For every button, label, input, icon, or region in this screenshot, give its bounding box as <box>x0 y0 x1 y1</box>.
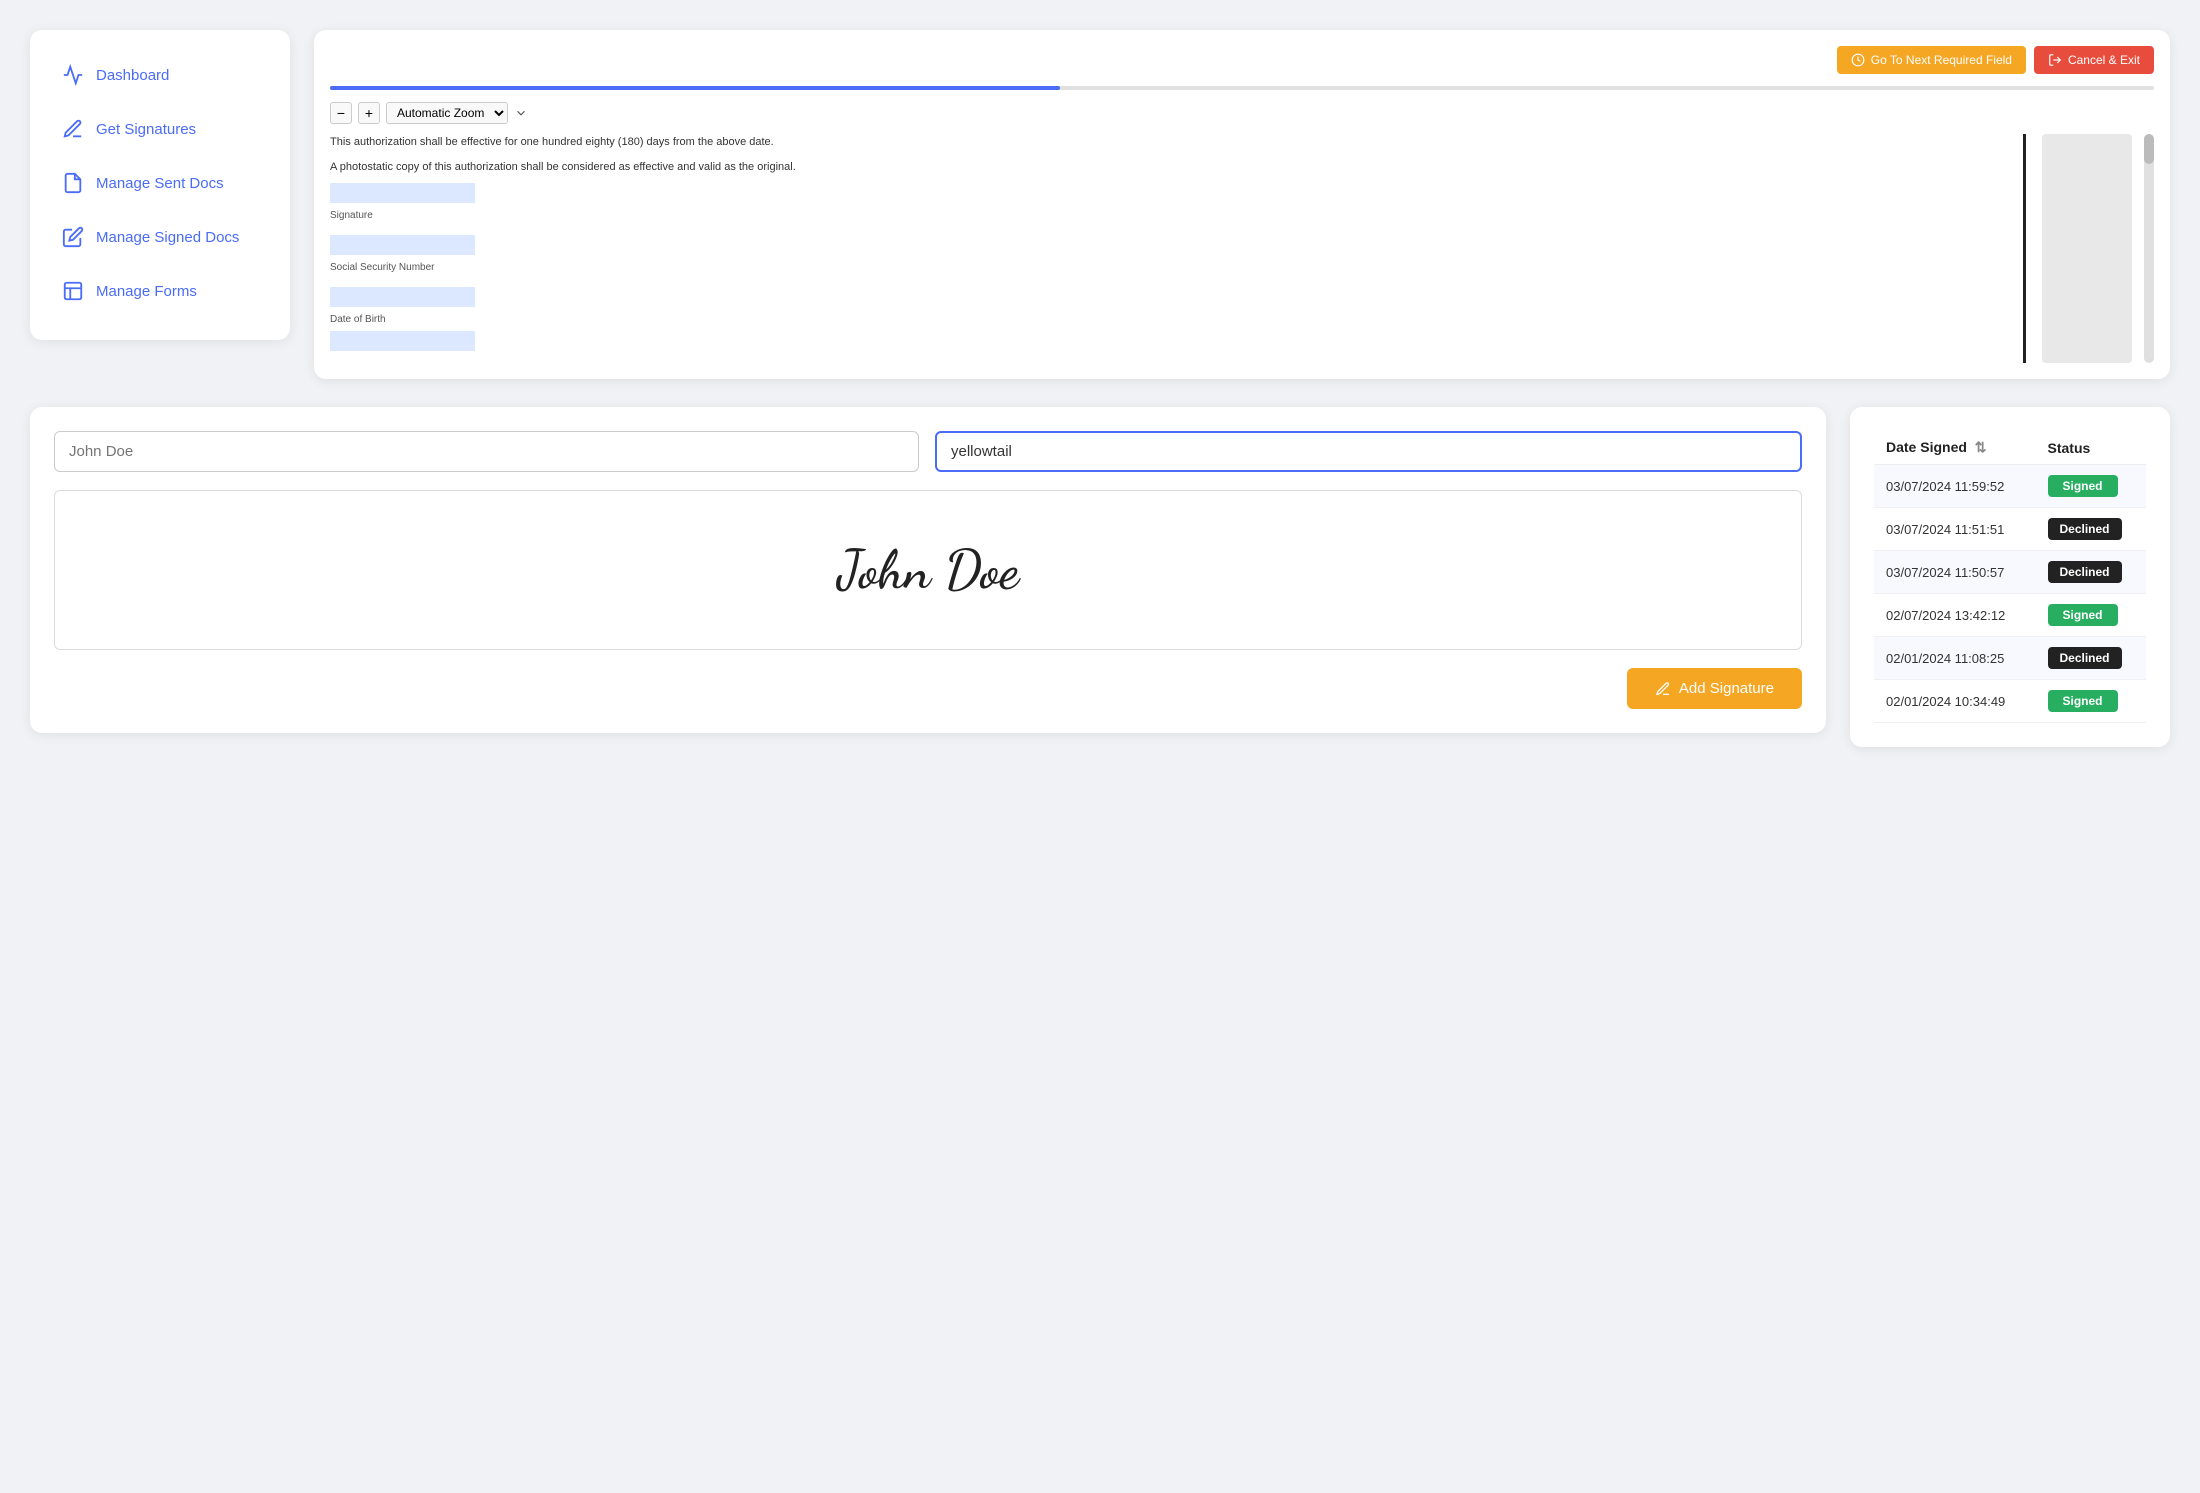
sidebar-item-label: Get Signatures <box>96 121 196 138</box>
doc-content: This authorization shall be effective fo… <box>330 134 2154 363</box>
signature-field-box[interactable] <box>330 183 475 203</box>
cell-status: Signed <box>2036 594 2147 637</box>
cell-status: Declined <box>2036 508 2147 551</box>
doc-scrollbar-thumb[interactable] <box>2144 134 2154 164</box>
status-badge: Signed <box>2048 475 2118 497</box>
cell-date: 02/01/2024 11:08:25 <box>1874 637 2036 680</box>
cell-status: Signed <box>2036 680 2147 723</box>
nav-panel: Dashboard Get Signatures Manage Sent Doc… <box>30 30 290 340</box>
doc-para-2: A photostatic copy of this authorization… <box>330 159 2007 176</box>
status-table: Date Signed ⇅ Status 03/07/2024 11:59:52… <box>1874 431 2146 723</box>
progress-fill <box>330 86 1060 90</box>
doc-scrollbar[interactable] <box>2144 134 2154 363</box>
sig-preview-text: John Doe <box>837 538 1018 603</box>
chevron-down-icon <box>514 106 528 120</box>
doc-viewer-panel: Go To Next Required Field Cancel & Exit … <box>314 30 2170 379</box>
zoom-toolbar: − + Automatic Zoom <box>330 102 2154 124</box>
sidebar-item-label: Manage Signed Docs <box>96 229 239 246</box>
sidebar-item-manage-sent[interactable]: Manage Sent Docs <box>46 158 274 208</box>
next-required-field-button[interactable]: Go To Next Required Field <box>1837 46 2026 74</box>
signature-panel: John Doe Add Signature <box>30 407 1826 733</box>
pdf-icon <box>62 280 84 302</box>
sidebar-item-label: Dashboard <box>96 67 169 84</box>
table-row: 02/01/2024 10:34:49 Signed <box>1874 680 2146 723</box>
progress-bar <box>330 86 2154 90</box>
signature-field-label: Signature <box>330 210 373 221</box>
sig-name-input[interactable] <box>54 431 919 472</box>
sig-canvas[interactable]: John Doe <box>54 490 1802 650</box>
table-row: 02/01/2024 11:08:25 Declined <box>1874 637 2146 680</box>
clock-icon <box>1851 53 1865 67</box>
sig-footer: Add Signature <box>54 668 1802 709</box>
col-date-signed[interactable]: Date Signed ⇅ <box>1874 431 2036 465</box>
sig-font-input[interactable] <box>935 431 1802 472</box>
cell-date: 03/07/2024 11:51:51 <box>1874 508 2036 551</box>
chart-icon <box>62 64 84 86</box>
status-badge: Declined <box>2048 647 2122 669</box>
status-badge: Declined <box>2048 518 2122 540</box>
cell-date: 02/01/2024 10:34:49 <box>1874 680 2036 723</box>
ssn-field-box[interactable] <box>330 235 475 255</box>
doc-vertical-separator <box>2023 134 2026 363</box>
sidebar-item-dashboard[interactable]: Dashboard <box>46 50 274 100</box>
doc-icon <box>62 172 84 194</box>
status-panel: Date Signed ⇅ Status 03/07/2024 11:59:52… <box>1850 407 2170 747</box>
sidebar-item-label: Manage Sent Docs <box>96 175 224 192</box>
dob-field-label: Date of Birth <box>330 314 386 325</box>
doc-text: This authorization shall be effective fo… <box>330 134 2007 363</box>
sidebar-item-label: Manage Forms <box>96 283 197 300</box>
cell-status: Declined <box>2036 551 2147 594</box>
dob-field-group: Date of Birth <box>330 287 2007 351</box>
doc-toolbar: Go To Next Required Field Cancel & Exit <box>330 46 2154 74</box>
zoom-in-button[interactable]: + <box>358 102 380 124</box>
ssn-field-label: Social Security Number <box>330 262 434 273</box>
add-signature-button[interactable]: Add Signature <box>1627 668 1802 709</box>
cell-status: Declined <box>2036 637 2147 680</box>
edit-doc-icon <box>62 226 84 248</box>
zoom-out-button[interactable]: − <box>330 102 352 124</box>
sidebar-item-manage-signed[interactable]: Manage Signed Docs <box>46 212 274 262</box>
pen-nib-icon <box>1655 681 1671 697</box>
signature-field-group: Signature <box>330 183 2007 223</box>
pen-icon <box>62 118 84 140</box>
sig-inputs-row <box>54 431 1802 472</box>
cancel-exit-button[interactable]: Cancel & Exit <box>2034 46 2154 74</box>
status-badge: Signed <box>2048 604 2118 626</box>
dob-field-box[interactable] <box>330 287 475 307</box>
logout-icon <box>2048 53 2062 67</box>
ssn-field-group: Social Security Number <box>330 235 2007 275</box>
col-status: Status <box>2036 431 2147 465</box>
table-row: 03/07/2024 11:50:57 Declined <box>1874 551 2146 594</box>
sidebar-item-get-signatures[interactable]: Get Signatures <box>46 104 274 154</box>
status-badge: Declined <box>2048 561 2122 583</box>
doc-para-1: This authorization shall be effective fo… <box>330 134 2007 151</box>
status-badge: Signed <box>2048 690 2118 712</box>
zoom-select[interactable]: Automatic Zoom <box>386 102 508 124</box>
table-row: 03/07/2024 11:59:52 Signed <box>1874 465 2146 508</box>
cell-date: 03/07/2024 11:50:57 <box>1874 551 2036 594</box>
cell-date: 03/07/2024 11:59:52 <box>1874 465 2036 508</box>
sort-icon: ⇅ <box>1975 439 1987 455</box>
cell-status: Signed <box>2036 465 2147 508</box>
doc-thumbnail-sidebar <box>2042 134 2132 363</box>
table-row: 03/07/2024 11:51:51 Declined <box>1874 508 2146 551</box>
dob-field-box-2[interactable] <box>330 331 475 351</box>
sidebar-item-manage-forms[interactable]: Manage Forms <box>46 266 274 316</box>
table-row: 02/07/2024 13:42:12 Signed <box>1874 594 2146 637</box>
cell-date: 02/07/2024 13:42:12 <box>1874 594 2036 637</box>
